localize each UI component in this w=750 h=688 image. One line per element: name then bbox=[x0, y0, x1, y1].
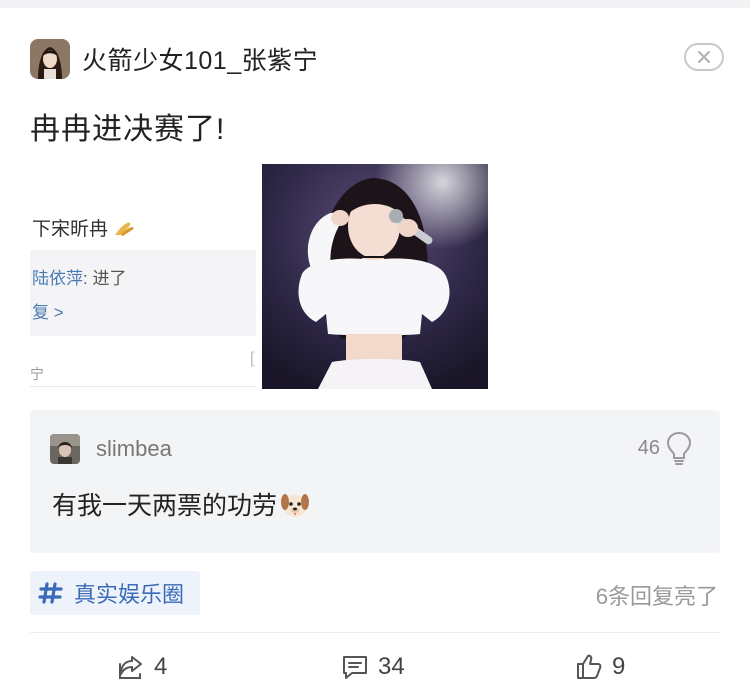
commenter-avatar[interactable] bbox=[50, 434, 80, 464]
comment-count: 34 bbox=[378, 653, 405, 680]
post-text: 冉冉进决赛了! bbox=[30, 113, 226, 146]
like-count: 9 bbox=[612, 653, 626, 680]
screenshot-bottom-text: 宁 bbox=[30, 366, 44, 382]
close-icon bbox=[698, 51, 710, 63]
reply-count-link[interactable]: 6条回复亮了 bbox=[596, 579, 718, 611]
screenshot-divider bbox=[30, 386, 256, 387]
screenshot-more-link: 复 > bbox=[32, 303, 64, 322]
share-count: 4 bbox=[154, 653, 168, 680]
commenter-name[interactable]: slimbea bbox=[96, 436, 172, 462]
topic-tag[interactable]: 真实娱乐圈 bbox=[30, 571, 200, 615]
lightbulb-icon[interactable] bbox=[664, 430, 694, 466]
author-name[interactable]: 火箭少女101_张紫宁 bbox=[82, 41, 318, 77]
thumbs-up-icon bbox=[577, 654, 602, 679]
like-button[interactable]: 9 bbox=[574, 650, 625, 684]
comment-text-content: 有我一天两票的功劳 bbox=[52, 492, 278, 520]
dog-emoji-icon bbox=[279, 488, 311, 520]
praying-hands-icon bbox=[115, 222, 134, 236]
top-strip bbox=[0, 0, 750, 8]
screenshot-line: 下宋昕冉 bbox=[32, 214, 135, 241]
hash-icon bbox=[38, 582, 63, 604]
post-image-photo[interactable] bbox=[262, 164, 488, 389]
topic-tag-label: 真实娱乐圈 bbox=[74, 582, 185, 607]
divider bbox=[30, 632, 720, 633]
screenshot-quote-box bbox=[30, 250, 256, 336]
author-avatar[interactable] bbox=[30, 39, 70, 79]
post-image-screenshot[interactable]: 下宋昕冉 陆依萍: 进了 复 > [ 宁 bbox=[30, 164, 256, 389]
share-icon bbox=[119, 656, 142, 679]
hot-comment-card[interactable]: slimbea 46 有我一天两票的功劳 bbox=[30, 410, 720, 553]
screenshot-reply: 陆依萍: 进了 bbox=[32, 269, 127, 288]
comment-like-count: 46 bbox=[637, 437, 660, 459]
comment-text: 有我一天两票的功劳 bbox=[52, 486, 311, 522]
screenshot-bracket: [ bbox=[250, 350, 255, 367]
comment-icon bbox=[343, 656, 367, 679]
comment-button[interactable]: 34 bbox=[340, 650, 405, 684]
close-button[interactable] bbox=[684, 43, 724, 71]
share-button[interactable]: 4 bbox=[116, 650, 167, 684]
post-header: 火箭少女101_张紫宁 bbox=[30, 38, 724, 80]
